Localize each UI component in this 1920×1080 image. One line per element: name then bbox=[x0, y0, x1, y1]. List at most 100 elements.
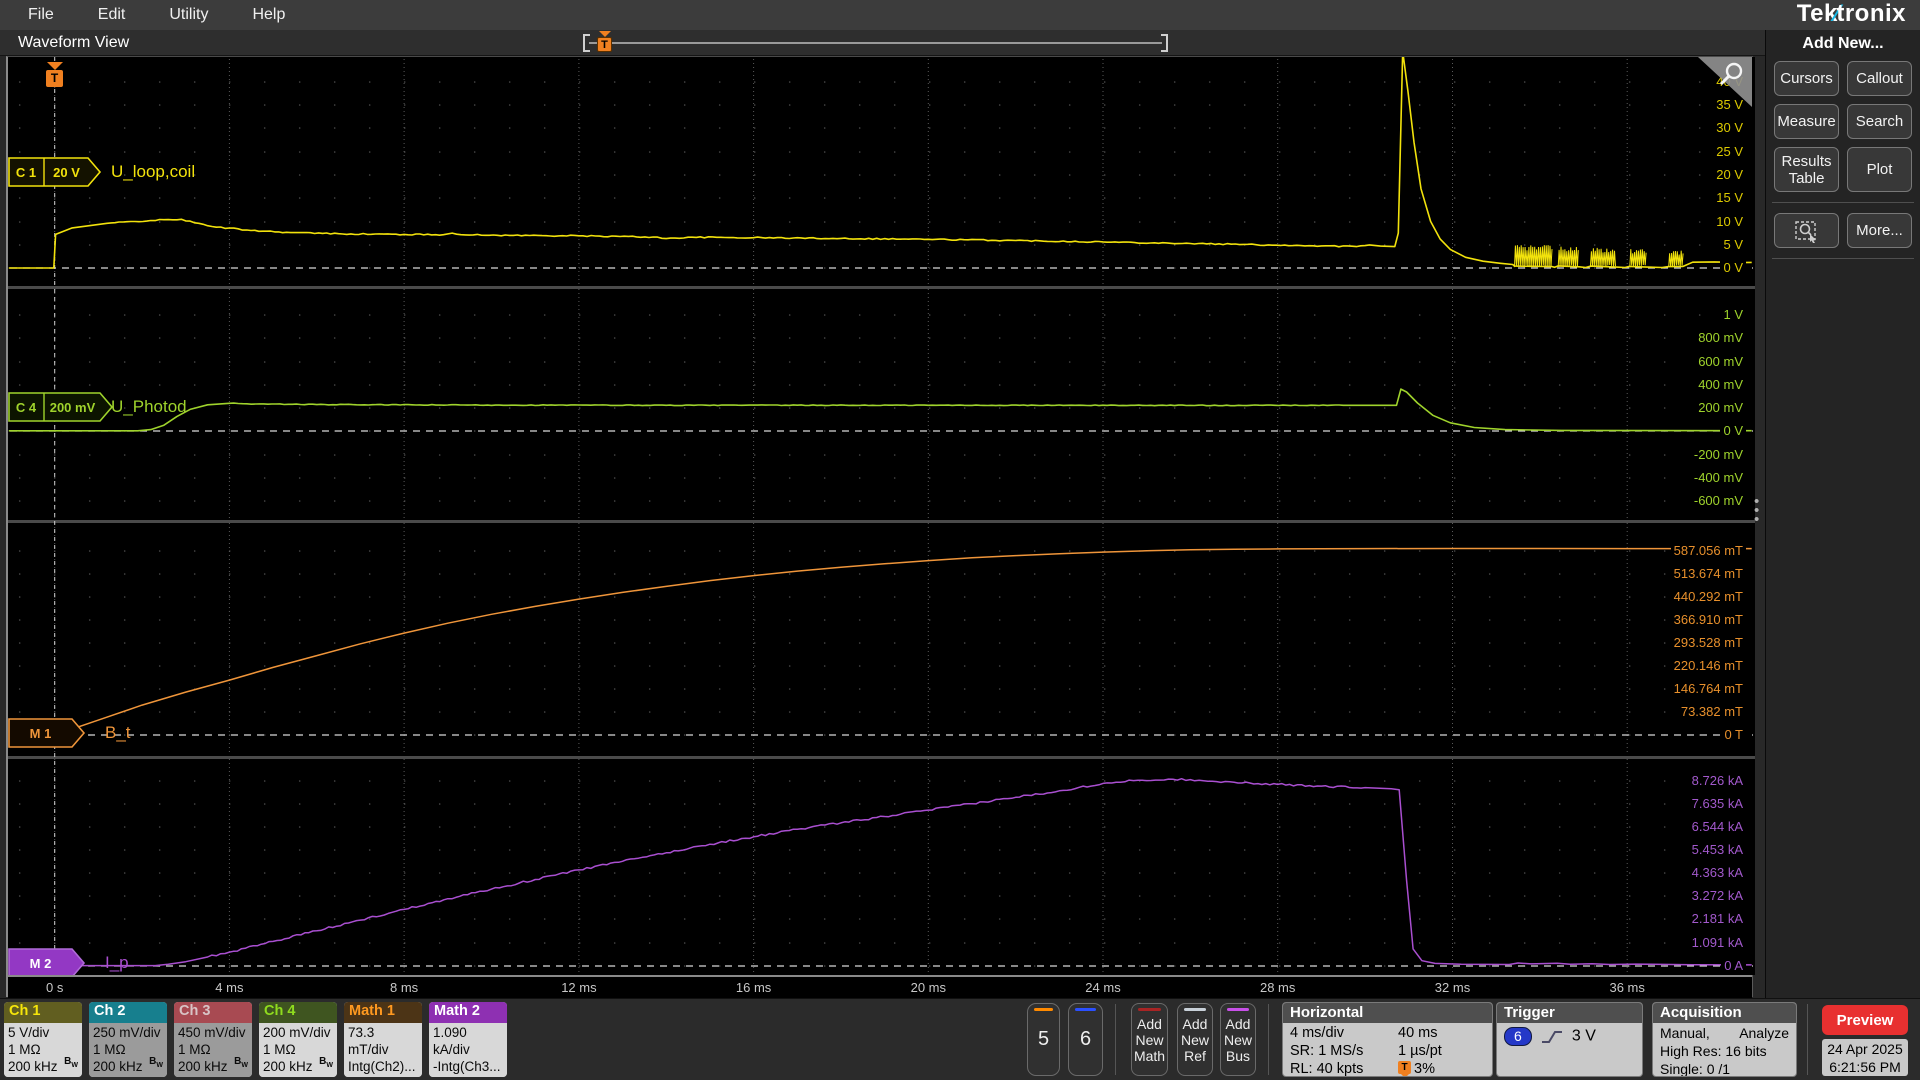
add-new-bus-button[interactable]: Add New Bus bbox=[1220, 1003, 1256, 1076]
tick-label: 1.091 kA bbox=[1688, 935, 1746, 950]
acquisition-resolution: High Res: 16 bits bbox=[1660, 1043, 1767, 1059]
tick-label: 6.544 kA bbox=[1688, 819, 1746, 834]
plot-button[interactable]: Plot bbox=[1847, 147, 1912, 192]
tick-label: 4.363 kA bbox=[1688, 865, 1746, 880]
waveform-view: Waveform View T 40 V 35 V 30 V 25 V 20 V 15 V… bbox=[0, 30, 1765, 998]
tick-label: 800 mV bbox=[1695, 330, 1746, 345]
overview-right-bracket[interactable] bbox=[1161, 34, 1168, 52]
acquisition-overview[interactable]: T bbox=[583, 31, 1168, 53]
tick-label: 146.764 mT bbox=[1670, 681, 1746, 696]
acquisition-single: Single: 0 /1 bbox=[1660, 1061, 1731, 1077]
tick-label: 25 V bbox=[1713, 144, 1746, 159]
add-new-math-button[interactable]: Add New Math bbox=[1131, 1003, 1168, 1076]
menu-help[interactable]: Help bbox=[236, 2, 301, 28]
channel-badge-b-t[interactable]: M 1 bbox=[8, 718, 86, 748]
tick-label: 0 V bbox=[1720, 423, 1746, 438]
trigger-panel[interactable]: Trigger 6 3 V bbox=[1496, 1002, 1643, 1077]
tick-label: 5 V bbox=[1720, 237, 1746, 252]
menu-edit[interactable]: Edit bbox=[82, 2, 142, 28]
tick-label: 3.272 kA bbox=[1688, 888, 1746, 903]
overview-left-bracket[interactable] bbox=[583, 34, 590, 52]
waveform-view-titlebar: Waveform View T bbox=[0, 30, 1765, 56]
channel-settings-title: Ch 2 bbox=[89, 1002, 167, 1023]
sample-rate: SR: 1 MS/s bbox=[1290, 1043, 1364, 1059]
waveform-view-title: Waveform View bbox=[18, 33, 130, 51]
waveform-plot[interactable]: 40 V 35 V 30 V 25 V 20 V 15 V 10 V5 V0 V1 V 800… bbox=[6, 56, 1755, 998]
time: 6:21:56 PM bbox=[1829, 1059, 1901, 1075]
channel-badge-u-photod[interactable]: C 4 200 mV bbox=[8, 392, 114, 422]
channel-setting-row: 1.090 kA/div bbox=[433, 1025, 470, 1057]
svg-text:M 1: M 1 bbox=[30, 726, 52, 741]
rising-edge-icon bbox=[1541, 1030, 1562, 1043]
scope-slot-5-button[interactable]: 5 bbox=[1027, 1003, 1060, 1076]
channel-settings-ch2[interactable]: Ch 2 250 mV/div 1 MΩ 200 kHz BW bbox=[89, 1002, 167, 1077]
time-axis-label: 24 ms bbox=[1085, 980, 1121, 995]
acquisition-panel[interactable]: Acquisition Manual, Analyze High Res: 16 … bbox=[1652, 1002, 1797, 1077]
svg-text:20 V: 20 V bbox=[53, 165, 80, 180]
time-axis-label: 0 s bbox=[46, 980, 64, 995]
horizontal-panel[interactable]: Horizontal 4 ms/div 40 ms SR: 1 MS/s 1 µs/… bbox=[1282, 1002, 1493, 1077]
horizontal-title: Horizontal bbox=[1283, 1003, 1492, 1023]
time-axis-label: 12 ms bbox=[561, 980, 597, 995]
separator bbox=[1807, 1004, 1808, 1075]
zoom-select-button[interactable] bbox=[1774, 213, 1839, 248]
results-table-button[interactable]: Results Table bbox=[1774, 147, 1839, 192]
tick-label: 400 mV bbox=[1695, 377, 1746, 392]
time-axis-label: 8 ms bbox=[390, 980, 419, 995]
tick-label: 1 V bbox=[1720, 307, 1746, 322]
time-axis-label: 32 ms bbox=[1434, 980, 1471, 995]
channel-settings-math1[interactable]: Math 1 73.3 mT/div Intg(Ch2)... bbox=[344, 1002, 422, 1077]
scope-slot-6-button[interactable]: 6 bbox=[1068, 1003, 1103, 1076]
add-new-header: Add New... bbox=[1802, 35, 1884, 52]
trace-name-b-t[interactable]: B_t bbox=[105, 723, 131, 743]
menu-utility[interactable]: Utility bbox=[153, 2, 224, 28]
tektronix-logo: Tek∕tronix bbox=[1796, 0, 1906, 27]
tick-label: 200 mV bbox=[1695, 400, 1746, 415]
panel-splitter-handle[interactable]: • • • bbox=[1754, 494, 1759, 527]
channel-settings-ch3[interactable]: Ch 3 450 mV/div 1 MΩ 200 kHz BW bbox=[174, 1002, 252, 1077]
trace-name-u-photod[interactable]: U_Photod bbox=[111, 397, 187, 417]
sidebar-divider bbox=[1772, 202, 1914, 203]
channel-settings-ch4[interactable]: Ch 4 200 mV/div 1 MΩ 200 kHz BW bbox=[259, 1002, 337, 1077]
trace-name-u-loop-coil[interactable]: U_loop,coil bbox=[111, 162, 195, 182]
callout-button[interactable]: Callout bbox=[1847, 61, 1912, 96]
channel-badge-i-p[interactable]: M 2 bbox=[8, 948, 86, 978]
time-axis-label: 36 ms bbox=[1609, 980, 1645, 995]
tick-label: 7.635 kA bbox=[1688, 796, 1746, 811]
tick-label: -200 mV bbox=[1690, 447, 1746, 462]
cursors-button[interactable]: Cursors bbox=[1774, 61, 1839, 96]
tick-label: 513.674 mT bbox=[1670, 566, 1746, 581]
more-button[interactable]: More... bbox=[1847, 213, 1912, 248]
trace-name-i-p[interactable]: I_p bbox=[105, 953, 129, 973]
trigger-position-marker[interactable]: T bbox=[46, 62, 64, 87]
overview-line bbox=[589, 42, 1162, 44]
acquisition-title: Acquisition bbox=[1653, 1003, 1796, 1023]
channel-setting-row: 73.3 mT/div bbox=[348, 1025, 389, 1057]
tick-label: 2.181 kA bbox=[1688, 911, 1746, 926]
zoom-corner-magnifier-icon[interactable] bbox=[1713, 61, 1747, 91]
menu-file[interactable]: File bbox=[12, 2, 70, 28]
tick-label: 440.292 mT bbox=[1670, 589, 1746, 604]
datetime-display[interactable]: 24 Apr 2025 6:21:56 PM bbox=[1822, 1039, 1908, 1076]
measure-button[interactable]: Measure bbox=[1774, 104, 1839, 139]
channel-settings-title: Ch 4 bbox=[259, 1002, 337, 1023]
channel-settings-math2[interactable]: Math 2 1.090 kA/div -Intg(Ch3... bbox=[429, 1002, 507, 1077]
time-axis: 0 s 4 ms 8 ms 12 ms 16 ms 20 ms 24 ms 28 ms 32 m… bbox=[8, 975, 1752, 998]
bandwidth-limit-icon: BW bbox=[64, 1056, 78, 1069]
tick-label: 587.056 mT bbox=[1670, 543, 1746, 558]
settings-bar: Ch 1 5 V/div 1 MΩ 200 kHz BW Ch 2 250 mV/d… bbox=[0, 998, 1920, 1080]
search-button[interactable]: Search bbox=[1847, 104, 1912, 139]
channel-badge-u-loop-coil[interactable]: C 1 20 V bbox=[8, 157, 102, 187]
horizontal-scale: 4 ms/div bbox=[1290, 1025, 1344, 1041]
add-new-ref-button[interactable]: Add New Ref bbox=[1177, 1003, 1213, 1076]
channel-settings-ch1[interactable]: Ch 1 5 V/div 1 MΩ 200 kHz BW bbox=[4, 1002, 82, 1077]
preview-button[interactable]: Preview bbox=[1822, 1005, 1908, 1035]
overview-trigger-icon[interactable]: T bbox=[597, 31, 613, 52]
acquisition-mode: Manual, bbox=[1660, 1025, 1710, 1041]
trigger-title: Trigger bbox=[1497, 1003, 1642, 1023]
tick-label: 0 A bbox=[1721, 958, 1746, 973]
svg-text:C 1: C 1 bbox=[16, 165, 36, 180]
tick-label: 15 V bbox=[1713, 190, 1746, 205]
tick-label: 8.726 kA bbox=[1688, 773, 1746, 788]
channel-setting-row: 250 mV/div bbox=[93, 1025, 161, 1040]
